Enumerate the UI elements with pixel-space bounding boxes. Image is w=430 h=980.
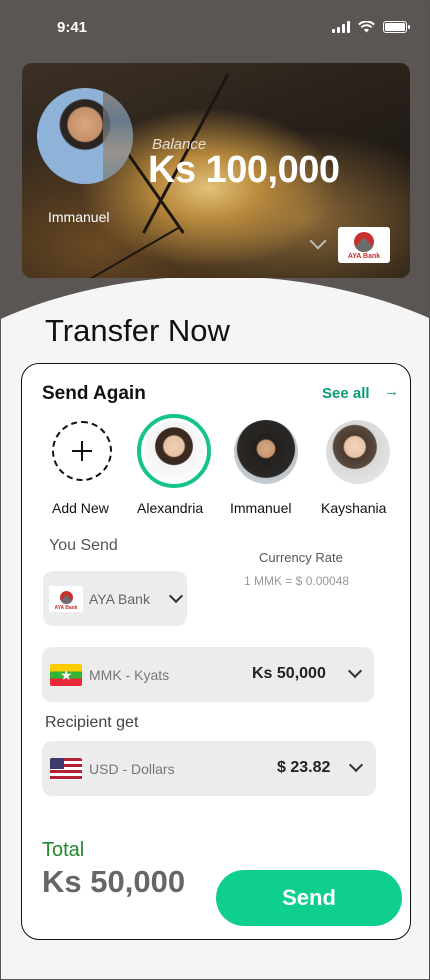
chevron-down-icon[interactable] — [309, 232, 327, 250]
send-again-title: Send Again — [42, 383, 146, 404]
chevron-down-icon[interactable] — [347, 663, 363, 679]
see-all-link[interactable]: See all — [322, 385, 370, 402]
chevron-down-icon[interactable] — [168, 588, 184, 604]
currency-rate-label: Currency Rate — [259, 550, 343, 565]
card-user-name: Immanuel — [48, 209, 110, 225]
contact-label-immanuel[interactable]: Immanuel — [230, 500, 291, 516]
myanmar-flag-icon: ★ — [50, 663, 82, 686]
signal-icon — [332, 21, 350, 33]
total-label: Total — [42, 839, 85, 861]
send-button[interactable]: Send — [216, 870, 402, 926]
you-send-label: You Send — [49, 537, 118, 554]
status-bar: 9:41 — [1, 15, 429, 41]
phone-screen: 9:41 Immanuel Balance Ks 100,000 AYA Ban… — [0, 0, 430, 980]
aya-bank-logo-icon — [59, 590, 73, 604]
currency-rate-value: 1 MMK = $ 0.00048 — [244, 574, 350, 588]
contact-label-alexandria[interactable]: Alexandria — [137, 500, 203, 516]
recipient-amount: $ 23.82 — [277, 759, 331, 776]
recipient-get-label: Recipient get — [45, 714, 139, 731]
contact-label-add-new[interactable]: Add New — [52, 500, 109, 516]
total-amount: Ks 50,000 — [42, 864, 186, 899]
battery-icon — [383, 21, 410, 33]
wifi-icon — [358, 21, 375, 33]
contact-avatar-kayshania[interactable] — [326, 420, 390, 484]
page-title: Transfer Now — [45, 313, 230, 348]
bank-logo: AYA Bank — [49, 585, 83, 612]
usa-flag-icon — [50, 757, 82, 780]
send-amount[interactable]: Ks 50,000 — [252, 665, 326, 683]
recipient-currency-select[interactable]: USD - Dollars $ 23.82 — [42, 741, 376, 796]
recipient-currency-name: USD - Dollars — [89, 760, 175, 777]
bank-select[interactable]: AYA Bank AYA Bank — [43, 571, 187, 626]
chevron-down-icon[interactable] — [348, 757, 364, 773]
contact-label-kayshania[interactable]: Kayshania — [321, 500, 386, 516]
balance-card[interactable]: Immanuel Balance Ks 100,000 AYA Bank — [22, 63, 410, 278]
transfer-panel: Send Again See all → Add New Alexandria … — [21, 363, 411, 940]
add-new-button[interactable] — [52, 421, 112, 481]
user-avatar[interactable] — [37, 88, 133, 184]
contact-avatar-immanuel[interactable] — [234, 420, 298, 484]
aya-bank-logo-icon — [354, 232, 374, 252]
bank-logo: AYA Bank — [338, 227, 390, 263]
bank-name: AYA Bank — [89, 590, 150, 607]
send-currency-name: MMK - Kyats — [89, 666, 170, 683]
status-time: 9:41 — [57, 19, 88, 36]
arrow-right-icon[interactable]: → — [384, 383, 399, 400]
send-currency-select[interactable]: ★ MMK - Kyats Ks 50,000 — [42, 647, 374, 702]
contact-avatar-alexandria[interactable] — [137, 414, 211, 488]
balance-amount: Ks 100,000 — [148, 149, 340, 191]
